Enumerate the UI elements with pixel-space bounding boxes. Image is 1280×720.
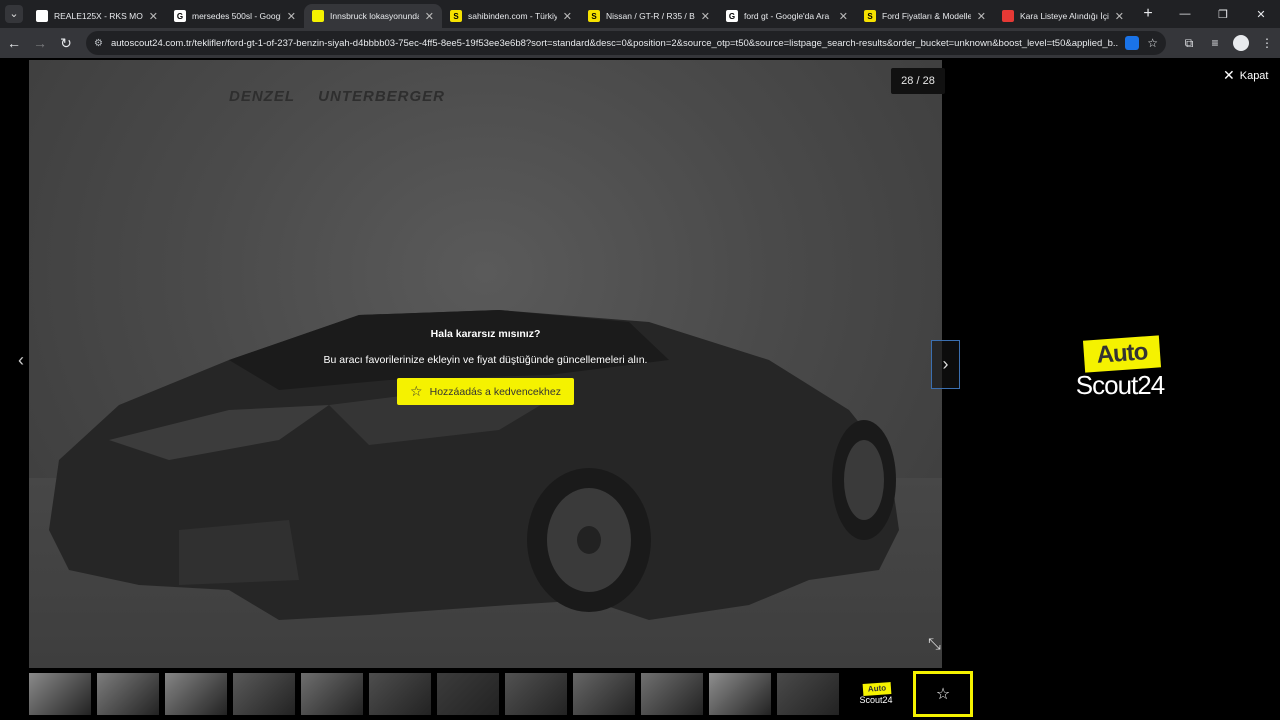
browser-tab[interactable]: Innsbruck lokasyonunda F ✕ [304,4,442,28]
favorite-thumbnail[interactable]: ☆ [913,671,973,717]
favicon-icon: S [450,10,462,22]
favicon-icon: S [588,10,600,22]
close-tab-icon[interactable]: ✕ [701,10,710,23]
tab-strip: ⌄ REALE125X - RKS MOTOR✕Gmersedes 500sl … [0,0,1280,28]
tab-title: ford gt - Google'da Ara [744,11,830,21]
close-gallery-button[interactable]: ✕ Kapat [1223,67,1268,84]
browser-tab[interactable]: S Nissan / GT-R / R35 / Başl ✕ [580,4,718,28]
favicon-icon [36,10,48,22]
close-window-icon[interactable]: ✕ [1242,0,1280,28]
close-tab-icon[interactable]: ✕ [1115,10,1124,23]
close-label: Kapat [1239,69,1269,82]
site-info-icon[interactable]: ⚙ [94,38,103,49]
address-toolbar: ← → ↻ ⚙ autoscout24.com.tr/teklifler/for… [0,28,1280,58]
photo-thumbnail[interactable] [437,673,499,715]
next-photo-button[interactable]: › [931,340,960,389]
tab-list: REALE125X - RKS MOTOR✕Gmersedes 500sl - … [28,0,1132,28]
minimize-icon[interactable]: — [1166,0,1204,28]
forward-button[interactable]: → [28,31,52,55]
collapse-icon: ⤡ [928,636,941,653]
close-tab-icon[interactable]: ✕ [563,10,572,23]
photo-thumbnail[interactable] [29,673,91,715]
back-button[interactable]: ← [2,31,26,55]
browser-tab[interactable]: S Ford Fiyatları & Modelleri ✕ [856,4,994,28]
new-tab-button[interactable]: + [1138,5,1158,23]
chevron-left-icon: ‹ [18,350,24,370]
add-to-favorites-button[interactable]: ☆ Hozzáadás a kedvencekhez [397,378,574,405]
photo-thumbnail[interactable] [709,673,771,715]
photo-thumbnail[interactable] [641,673,703,715]
photo-thumbnail[interactable] [301,673,363,715]
photo-thumbnail[interactable] [97,673,159,715]
photo-thumbnail[interactable] [369,673,431,715]
profile-avatar[interactable] [1233,35,1249,51]
photo-counter: 28 / 28 [891,68,945,94]
reload-button[interactable]: ↻ [54,31,78,55]
star-icon: ☆ [410,383,423,399]
address-input[interactable]: ⚙ autoscout24.com.tr/teklifler/ford-gt-1… [86,31,1166,55]
thumb-logo-auto: Auto [862,682,892,696]
toolbar-actions: ⧉ ≡ ⋮ [1176,35,1280,51]
prompt-title: Hala kararsız mısınız? [430,328,541,340]
favorite-prompt: Hala kararsız mısınız? Bu aracı favorile… [29,60,942,668]
arrow-left-icon: ← [7,35,21,51]
reload-icon: ↻ [60,34,72,51]
exit-fullscreen-button[interactable]: ⤡ [928,636,941,654]
close-tab-icon[interactable]: ✕ [977,10,986,23]
gallery-viewer: DENZEL UNTERBERGER Hala kararsız mısınız… [0,58,1280,720]
logo-scout: Scout24 [1075,370,1165,400]
arrow-right-icon: → [33,35,47,51]
car-photo: DENZEL UNTERBERGER Hala kararsız mısınız… [29,60,942,668]
bookmark-star-icon[interactable]: ☆ [1147,36,1158,50]
browser-tab[interactable]: Kara Listeye Alındığı İçin ✕ [994,4,1132,28]
photo-thumbnail[interactable] [165,673,227,715]
tab-title: Kara Listeye Alındığı İçin [1020,11,1109,21]
close-icon: ✕ [1223,67,1235,83]
extension-icon[interactable] [1125,36,1140,50]
close-tab-icon[interactable]: ✕ [425,10,434,23]
restore-icon[interactable]: ❐ [1204,0,1242,28]
media-icon[interactable]: ≡ [1202,36,1228,50]
tab-title: Innsbruck lokasyonunda F [330,11,419,21]
window-controls: — ❐ ✕ [1166,0,1280,28]
chevron-down-icon: ⌄ [5,5,23,23]
tab-title: sahibinden.com - Türkiye [468,11,557,21]
logo-auto: Auto [1082,335,1162,373]
star-icon: ☆ [935,686,951,703]
photo-thumbnail[interactable] [505,673,567,715]
favicon-icon: G [726,10,738,22]
thumbnail-strip: Auto Scout24 ☆ [29,670,979,718]
chevron-right-icon: › [942,354,949,374]
add-to-favorites-label: Hozzáadás a kedvencekhez [429,385,561,398]
tab-search-button[interactable]: ⌄ [0,0,28,28]
favicon-icon: S [864,10,876,22]
photo-thumbnail[interactable] [233,673,295,715]
tab-title: Nissan / GT-R / R35 / Başl [606,11,695,21]
tab-title: Ford Fiyatları & Modelleri [882,11,971,21]
browser-tab[interactable]: Ssahibinden.com - Türkiye ✕ [442,4,580,28]
extensions-icon[interactable]: ⧉ [1176,36,1202,51]
prompt-body: Bu aracı favorilerinize ekleyin ve fiyat… [323,354,648,366]
close-tab-icon[interactable]: ✕ [839,10,848,23]
thumb-logo-scout: Scout24 [859,695,893,705]
tab-title: REALE125X - RKS MOTOR [54,11,143,21]
close-tab-icon[interactable]: ✕ [149,10,158,23]
favicon-icon [312,10,324,22]
photo-thumbnail[interactable] [777,673,839,715]
browser-tab[interactable]: Gford gt - Google'da Ara ✕ [718,4,856,28]
favicon-icon: G [174,10,186,22]
url-text: autoscout24.com.tr/teklifler/ford-gt-1-o… [110,37,1120,49]
favicon-icon [1002,10,1014,22]
photo-thumbnail[interactable] [573,673,635,715]
browser-tab[interactable]: Gmersedes 500sl - Google'da ✕ [166,4,304,28]
menu-kebab-icon[interactable]: ⋮ [1254,36,1280,50]
close-tab-icon[interactable]: ✕ [287,10,296,23]
previous-photo-button[interactable]: ‹ [18,350,24,371]
autoscout24-logo: Auto Scout24 [1066,334,1174,408]
logo-thumbnail[interactable]: Auto Scout24 [845,673,907,715]
tab-title: mersedes 500sl - Google'da [192,11,281,21]
browser-tab[interactable]: REALE125X - RKS MOTOR ✕ [28,4,166,28]
